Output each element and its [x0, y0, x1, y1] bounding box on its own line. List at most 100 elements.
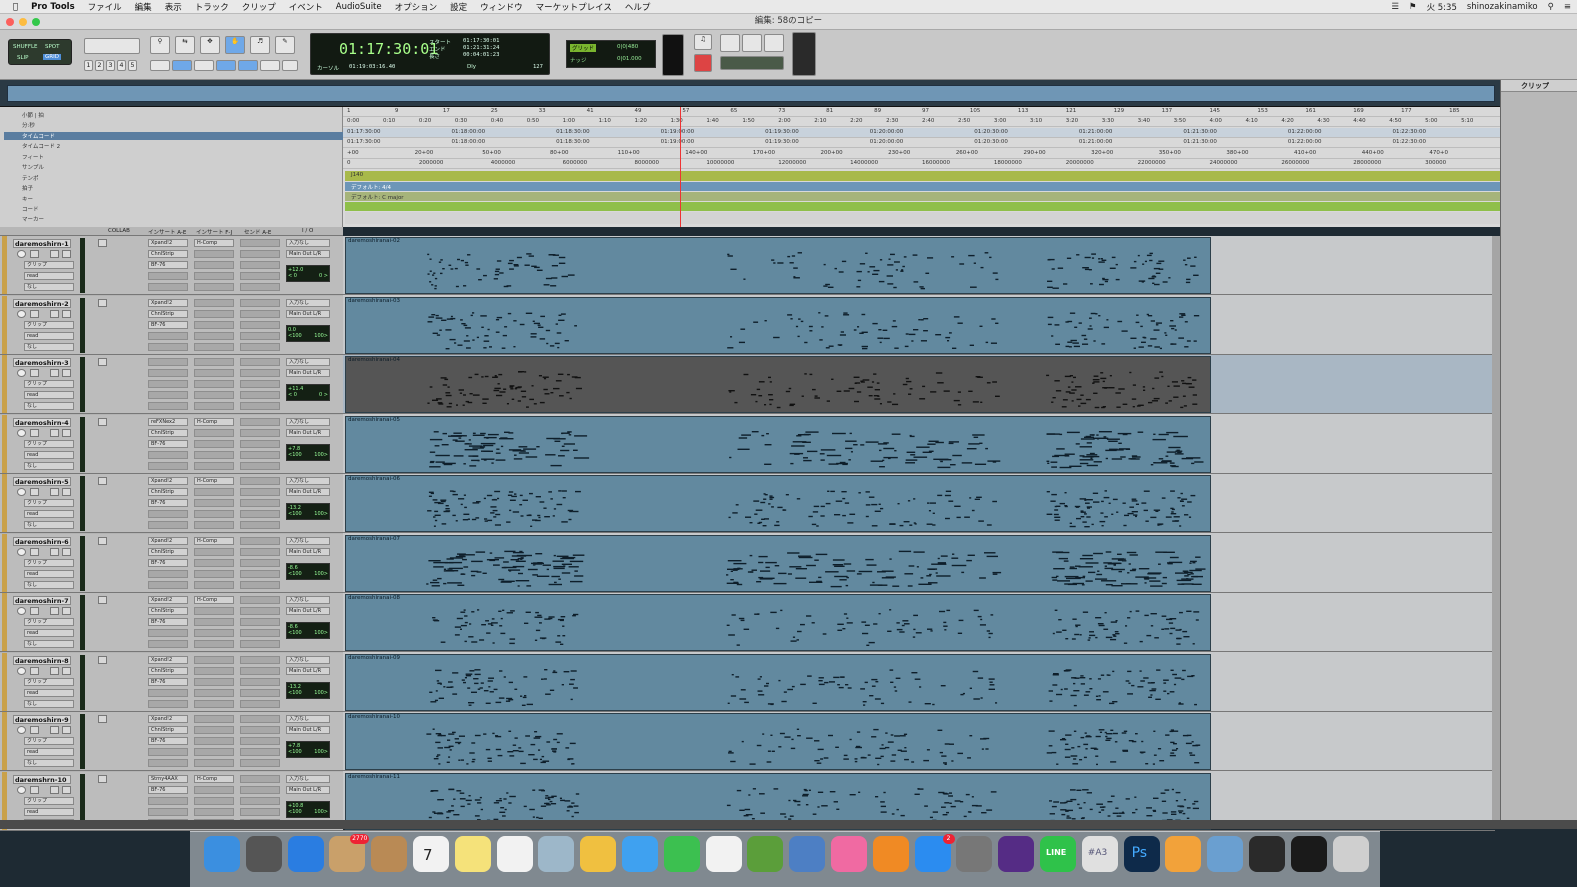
notification-center-icon[interactable]: ≡ — [1564, 2, 1571, 12]
insert-slot-empty[interactable] — [148, 380, 188, 388]
solo-button[interactable] — [50, 785, 59, 794]
track-view-selector[interactable]: クリップ — [24, 796, 74, 805]
clips-list-panel[interactable]: クリップ — [1500, 80, 1577, 825]
input-monitor-button[interactable] — [30, 607, 39, 615]
insert-slot-f[interactable]: H-Comp — [194, 239, 234, 247]
slip-mode-button[interactable]: SLIP — [17, 55, 29, 61]
pan-left[interactable]: <100 — [288, 749, 302, 755]
track-view-selector[interactable]: クリップ — [24, 558, 74, 567]
track-lane[interactable]: daremoshiranai-07 — [343, 534, 1495, 593]
send-slot-empty[interactable] — [240, 558, 280, 567]
safari-icon[interactable] — [287, 836, 324, 872]
automation-mode-selector[interactable]: read — [24, 272, 74, 280]
collab-button[interactable] — [98, 655, 107, 664]
insert-slot-empty[interactable] — [194, 580, 234, 589]
scrubber-tool-icon[interactable]: ♬ — [250, 36, 270, 54]
pan-value[interactable]: <100 100> — [288, 452, 328, 458]
numbers-icon[interactable] — [747, 836, 784, 872]
insert-slot-empty[interactable] — [194, 655, 234, 664]
meter-text[interactable]: デフォルト: 4/4 — [351, 183, 391, 191]
clip-name[interactable]: daremoshiranai-05 — [348, 417, 400, 423]
send-slot-empty[interactable] — [240, 688, 280, 697]
insert-slot-empty[interactable] — [194, 272, 234, 280]
insert-slot[interactable]: BF-76 — [148, 785, 188, 794]
pan-left[interactable]: < 0 — [288, 273, 297, 279]
pan-right[interactable]: 100> — [314, 630, 328, 636]
track-view-selector[interactable]: クリップ — [24, 320, 74, 329]
hashtag-icon[interactable]: #A3 — [1081, 836, 1118, 872]
meter-ruler[interactable]: デフォルト: 4/4 — [345, 182, 1500, 191]
record-enable-button[interactable] — [17, 488, 26, 496]
key-ruler[interactable]: デフォルト: C major — [345, 192, 1500, 201]
insert-slot[interactable]: Xpand!2 — [148, 477, 188, 485]
pan-value[interactable]: <100 100> — [288, 333, 328, 339]
output-selector[interactable]: Main Out L/R — [286, 428, 330, 437]
send-slot-empty[interactable] — [240, 521, 280, 529]
solo-button[interactable] — [50, 309, 59, 318]
insert-slot-empty[interactable] — [194, 640, 234, 648]
marker-ruler[interactable] — [345, 212, 1500, 224]
record-enable-button[interactable] — [17, 726, 26, 734]
track-name[interactable]: daremoshirn-9 — [13, 715, 71, 724]
start-value[interactable]: 01:17:30:01 — [463, 38, 499, 44]
send-slot-empty[interactable] — [240, 380, 280, 388]
ruler-label-minsec[interactable]: 分:秒 — [22, 121, 35, 129]
send-slot-empty[interactable] — [240, 428, 280, 437]
pan-value[interactable]: <100 100> — [288, 809, 328, 815]
midi-merge-icon[interactable] — [720, 34, 740, 52]
timecode-ruler[interactable]: 01:17:30:00 01:18:00:00 01:18:30:00 01:19:0… — [343, 128, 1500, 138]
menu-view[interactable]: 表示 — [165, 1, 182, 13]
track-name[interactable]: daremoshirn-8 — [13, 655, 71, 665]
mute-button[interactable] — [62, 488, 71, 496]
insert-slot-empty[interactable] — [194, 547, 234, 556]
nudge-value[interactable]: 0|01.000 — [617, 56, 642, 62]
length-value[interactable]: 00:04:01:23 — [463, 52, 499, 58]
selector-tool-icon[interactable]: ✥ — [200, 36, 220, 54]
timecode2-ruler[interactable]: 01:17:30:00 01:18:00:00 01:18:30:00 01:19:0… — [343, 138, 1500, 148]
track-name[interactable]: daremshrn-10 — [13, 774, 71, 784]
zoom-preset-4[interactable]: 4 — [117, 60, 126, 71]
pan-value[interactable]: <100 100> — [288, 571, 328, 577]
automation-mode-selector[interactable]: read — [24, 569, 74, 578]
appstore-icon[interactable]: 2 — [914, 834, 955, 872]
volume-pan-display[interactable]: +12.0 < 00 > — [286, 265, 330, 282]
automation-mode-selector[interactable]: read — [24, 629, 74, 637]
send-slot-empty[interactable] — [240, 774, 280, 783]
pan-value[interactable]: < 00 > — [288, 392, 328, 398]
output-selector[interactable]: Main Out L/R — [286, 547, 330, 556]
insert-slot[interactable]: ChnlStrip — [148, 309, 188, 318]
collab-button[interactable] — [98, 358, 107, 366]
send-slot-empty[interactable] — [240, 450, 280, 459]
insert-slot-empty[interactable] — [148, 510, 188, 518]
send-slot-empty[interactable] — [240, 342, 280, 351]
send-slot-empty[interactable] — [240, 261, 280, 269]
insert-slot-empty[interactable] — [194, 298, 234, 307]
clip-name[interactable]: daremoshiranai-09 — [348, 655, 400, 661]
send-slot-empty[interactable] — [240, 402, 280, 410]
collab-button[interactable] — [98, 774, 107, 783]
mute-button[interactable] — [62, 785, 71, 794]
pan-right[interactable]: 100> — [314, 809, 328, 815]
insert-slot-empty[interactable] — [194, 283, 234, 291]
track-lane[interactable]: daremoshiranai-04 — [343, 355, 1495, 414]
insert-slot-empty[interactable] — [148, 748, 188, 756]
send-slot-empty[interactable] — [240, 320, 280, 329]
input-selector[interactable]: 入力なし — [286, 774, 330, 783]
end-value[interactable]: 01:21:31:24 — [463, 45, 499, 51]
input-monitor-button[interactable] — [30, 250, 39, 258]
ruler-label-tempo[interactable]: テンポ — [22, 174, 39, 182]
insert-slot-empty[interactable] — [194, 759, 234, 767]
insert-slot-f[interactable]: H-Comp — [194, 417, 234, 426]
volume-pan-display[interactable]: -13.2 <100 100> — [286, 503, 330, 520]
automation-mode-selector[interactable]: read — [24, 807, 74, 816]
output-selector[interactable]: Main Out L/R — [286, 666, 330, 675]
insert-slot-empty[interactable] — [194, 688, 234, 697]
menu-setup[interactable]: 設定 — [450, 1, 467, 13]
input-selector[interactable]: 入力なし — [286, 298, 330, 307]
close-window-button[interactable] — [6, 18, 14, 26]
pan-value[interactable]: <100 100> — [288, 690, 328, 696]
input-monitor-button[interactable] — [30, 369, 39, 377]
volume-pan-display[interactable]: 0.0 <100 100> — [286, 324, 330, 342]
nudge-label[interactable]: ナッジ — [570, 56, 587, 64]
group-selector[interactable]: なし — [24, 699, 74, 708]
